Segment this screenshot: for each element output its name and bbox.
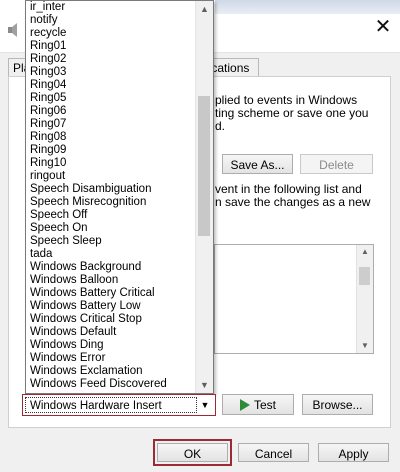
scrollbar-thumb[interactable]: [198, 96, 210, 236]
save-as-label: Save As...: [230, 158, 285, 172]
sounds-dropdown-list[interactable]: ir_inter notify recycle Ring01 Ring02 Ring03 R…: [25, 0, 214, 394]
sound-list-item[interactable]: Windows Ding: [28, 339, 196, 352]
sound-list-item[interactable]: tada: [28, 248, 196, 261]
sound-list-item[interactable]: notify: [28, 14, 196, 27]
sound-list-item[interactable]: ir_inter: [28, 1, 196, 14]
sound-list-item[interactable]: Ring06: [28, 105, 196, 118]
apply-label: Apply: [338, 447, 369, 461]
sound-list-item[interactable]: Windows Exclamation: [28, 365, 196, 378]
sounds-combobox-value: Windows Hardware Insert: [25, 397, 197, 413]
sound-list-item[interactable]: Windows Background: [28, 261, 196, 274]
scheme-description-line-2: ting scheme or save one you: [215, 106, 369, 120]
save-as-button[interactable]: Save As...: [222, 154, 293, 174]
sound-list-item[interactable]: ringout: [28, 170, 196, 183]
sound-list-item[interactable]: Speech Off: [28, 209, 196, 222]
sound-list-item[interactable]: Speech Sleep: [28, 235, 196, 248]
speaker-icon: [6, 22, 22, 38]
sounds-list: ir_inter notify recycle Ring01 Ring02 Ring03 R…: [28, 1, 196, 391]
test-button[interactable]: Test: [222, 394, 294, 415]
scheme-description-line-1: plied to events in Windows: [215, 93, 358, 107]
sound-list-item[interactable]: Ring05: [28, 92, 196, 105]
sounds-combobox[interactable]: Windows Hardware Insert ▼: [22, 394, 216, 416]
chevron-down-icon[interactable]: ▼: [199, 398, 211, 412]
sound-list-item[interactable]: Speech On: [28, 222, 196, 235]
sound-list-item[interactable]: Ring01: [28, 40, 196, 53]
sound-list-item[interactable]: Windows Battery Critical: [28, 287, 196, 300]
program-events-scrollbar[interactable]: ▲ ▼: [356, 245, 373, 353]
sound-list-item[interactable]: Ring08: [28, 131, 196, 144]
close-icon[interactable]: ✕: [372, 16, 394, 38]
chevron-up-icon[interactable]: ▲: [196, 1, 213, 17]
delete-label: Delete: [319, 158, 354, 172]
cancel-button[interactable]: Cancel: [238, 443, 309, 462]
scrollbar-thumb[interactable]: [359, 267, 370, 285]
chevron-down-icon[interactable]: ▼: [196, 377, 213, 393]
ok-button[interactable]: OK: [157, 443, 228, 462]
sound-list-item[interactable]: Windows Error: [28, 352, 196, 365]
sound-list-item[interactable]: recycle: [28, 27, 196, 40]
title-bar-strip: [215, 0, 400, 14]
program-events-line-1: vent in the following list and: [215, 182, 362, 196]
sound-list-item[interactable]: Windows Feed Discovered: [28, 378, 196, 391]
test-label: Test: [253, 398, 276, 412]
chevron-up-icon[interactable]: ▲: [357, 245, 373, 259]
sound-list-item[interactable]: Speech Misrecognition: [28, 196, 196, 209]
ok-label: OK: [183, 447, 202, 461]
apply-button[interactable]: Apply: [318, 443, 389, 462]
sound-list-item[interactable]: Windows Default: [28, 326, 196, 339]
scheme-description-line-3: d.: [215, 119, 226, 133]
sound-list-item[interactable]: Ring09: [28, 144, 196, 157]
sound-list-item[interactable]: Ring10: [28, 157, 196, 170]
play-icon: [239, 399, 250, 411]
browse-button[interactable]: Browse...: [302, 394, 373, 415]
chevron-down-icon[interactable]: ▼: [357, 339, 373, 353]
sound-list-item[interactable]: Ring02: [28, 53, 196, 66]
sounds-dropdown-scrollbar[interactable]: ▲ ▼: [195, 1, 213, 393]
program-events-list[interactable]: ▲ ▼: [214, 244, 374, 354]
sound-list-item[interactable]: Ring07: [28, 118, 196, 131]
sound-list-item[interactable]: Ring03: [28, 66, 196, 79]
sound-list-item[interactable]: Windows Balloon: [28, 274, 196, 287]
delete-button[interactable]: Delete: [300, 154, 373, 174]
cancel-label: Cancel: [254, 447, 293, 461]
browse-label: Browse...: [312, 398, 363, 412]
sound-list-item[interactable]: Windows Critical Stop: [28, 313, 196, 326]
sound-list-item[interactable]: Windows Battery Low: [28, 300, 196, 313]
sound-list-item[interactable]: Speech Disambiguation: [28, 183, 196, 196]
program-events-line-2: n save the changes as a new: [215, 195, 371, 209]
sound-list-item[interactable]: Ring04: [28, 79, 196, 92]
